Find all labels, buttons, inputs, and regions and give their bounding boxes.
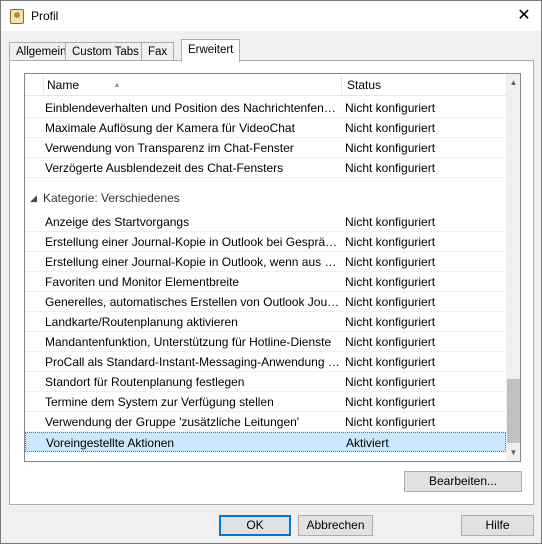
- row-status: Nicht konfiguriert: [345, 415, 436, 429]
- tab-erweitert[interactable]: Erweitert: [181, 39, 241, 62]
- list-row[interactable]: Generelles, automatisches Erstellen von …: [25, 292, 506, 312]
- row-name: Generelles, automatisches Erstellen von …: [45, 295, 341, 309]
- row-status: Nicht konfiguriert: [345, 315, 436, 329]
- row-name: Standort für Routenplanung festlegen: [45, 375, 245, 389]
- tab-allgemein[interactable]: Allgemein: [9, 42, 74, 61]
- row-name: Verzögerte Ausblendezeit des Chat-Fenste…: [45, 161, 284, 175]
- scroll-up-icon[interactable]: ▲: [506, 74, 520, 91]
- row-status: Aktiviert: [346, 436, 389, 450]
- list-row[interactable]: Maximale Auflösung der Kamera für VideoC…: [25, 118, 506, 138]
- cancel-button[interactable]: Abbrechen: [298, 515, 373, 536]
- group-header-verschiedenes[interactable]: ◢ Kategorie: Verschiedenes: [25, 178, 506, 210]
- list-row[interactable]: Landkarte/Routenplanung aktivieren Nicht…: [25, 312, 506, 332]
- column-header-status[interactable]: Status: [341, 74, 506, 96]
- row-name: Maximale Auflösung der Kamera für VideoC…: [45, 121, 295, 135]
- row-name: Verwendung der Gruppe 'zusätzliche Leitu…: [45, 415, 300, 429]
- list-row[interactable]: Anzeige des Startvorgangs Nicht konfigur…: [25, 212, 506, 232]
- sort-ascending-icon: ▲: [113, 80, 121, 89]
- row-name: Termine dem System zur Verfügung stellen: [45, 395, 274, 409]
- list-row-selected[interactable]: Voreingestellte Aktionen Aktiviert: [25, 432, 506, 452]
- row-name: Voreingestellte Aktionen: [46, 436, 175, 450]
- edit-button[interactable]: Bearbeiten...: [404, 471, 522, 492]
- scroll-thumb[interactable]: [507, 379, 520, 443]
- row-name: Einblendeverhalten und Position des Nach…: [45, 101, 341, 115]
- row-status: Nicht konfiguriert: [345, 295, 436, 309]
- list-row[interactable]: Termine dem System zur Verfügung stellen…: [25, 392, 506, 412]
- help-button[interactable]: Hilfe: [461, 515, 534, 536]
- list-row[interactable]: Verwendung der Gruppe 'zusätzliche Leitu…: [25, 412, 506, 432]
- row-status: Nicht konfiguriert: [345, 395, 436, 409]
- ok-button[interactable]: OK: [219, 515, 291, 536]
- group-label: Kategorie: Verschiedenes: [43, 191, 180, 205]
- list-row[interactable]: Einblendeverhalten und Position des Nach…: [25, 98, 506, 118]
- row-status: Nicht konfiguriert: [345, 355, 436, 369]
- row-status: Nicht konfiguriert: [345, 335, 436, 349]
- row-name: Landkarte/Routenplanung aktivieren: [45, 315, 238, 329]
- tab-panel-erweitert: Name ▲ Status Einblendeverhalten und Pos…: [9, 60, 534, 505]
- tab-custom-tabs[interactable]: Custom Tabs: [65, 42, 146, 61]
- list-row[interactable]: Favoriten und Monitor Elementbreite Nich…: [25, 272, 506, 292]
- row-status: Nicht konfiguriert: [345, 121, 436, 135]
- list-row[interactable]: Erstellung einer Journal-Kopie in Outloo…: [25, 232, 506, 252]
- column-name-label: Name: [47, 78, 80, 92]
- row-name: Favoriten und Monitor Elementbreite: [45, 275, 240, 289]
- column-header-name[interactable]: Name ▲: [41, 74, 341, 96]
- row-status: Nicht konfiguriert: [345, 141, 436, 155]
- row-status: Nicht konfiguriert: [345, 375, 436, 389]
- list-row[interactable]: Mandantenfunktion, Unterstützung für Hot…: [25, 332, 506, 352]
- title-bar: Profil ✕: [1, 1, 541, 31]
- profile-dialog: Profil ✕ Allgemein Custom Tabs Fax Erwei…: [0, 0, 542, 544]
- row-name: Anzeige des Startvorgangs: [45, 215, 190, 229]
- row-name: Mandantenfunktion, Unterstützung für Hot…: [45, 335, 332, 349]
- row-status: Nicht konfiguriert: [345, 275, 436, 289]
- list-row[interactable]: Verwendung von Transparenz im Chat-Fenst…: [25, 138, 506, 158]
- list-row[interactable]: Erstellung einer Journal-Kopie in Outloo…: [25, 252, 506, 272]
- close-button[interactable]: ✕: [509, 5, 539, 27]
- row-name: Verwendung von Transparenz im Chat-Fenst…: [45, 141, 294, 155]
- row-name: ProCall als Standard-Instant-Messaging-A…: [45, 355, 341, 369]
- scroll-down-icon[interactable]: ▼: [506, 444, 520, 461]
- list-row[interactable]: ProCall als Standard-Instant-Messaging-A…: [25, 352, 506, 372]
- list-header: Name ▲ Status: [25, 74, 506, 96]
- vertical-scrollbar[interactable]: ▲ ▼: [506, 74, 520, 461]
- row-status: Nicht konfiguriert: [345, 161, 436, 175]
- tab-fax[interactable]: Fax: [141, 42, 175, 61]
- list-row[interactable]: Verzögerte Ausblendezeit des Chat-Fenste…: [25, 158, 506, 178]
- collapse-arrow-icon[interactable]: ◢: [30, 188, 37, 208]
- list-row[interactable]: Standort für Routenplanung festlegen Nic…: [25, 372, 506, 392]
- row-name: Erstellung einer Journal-Kopie in Outloo…: [45, 255, 341, 269]
- window-title: Profil: [31, 9, 59, 23]
- row-status: Nicht konfiguriert: [345, 255, 436, 269]
- row-status: Nicht konfiguriert: [345, 215, 436, 229]
- row-name: Erstellung einer Journal-Kopie in Outloo…: [45, 235, 341, 249]
- row-status: Nicht konfiguriert: [345, 235, 436, 249]
- row-status: Nicht konfiguriert: [345, 101, 436, 115]
- app-icon: [10, 9, 24, 24]
- settings-list[interactable]: Name ▲ Status Einblendeverhalten und Pos…: [24, 73, 521, 462]
